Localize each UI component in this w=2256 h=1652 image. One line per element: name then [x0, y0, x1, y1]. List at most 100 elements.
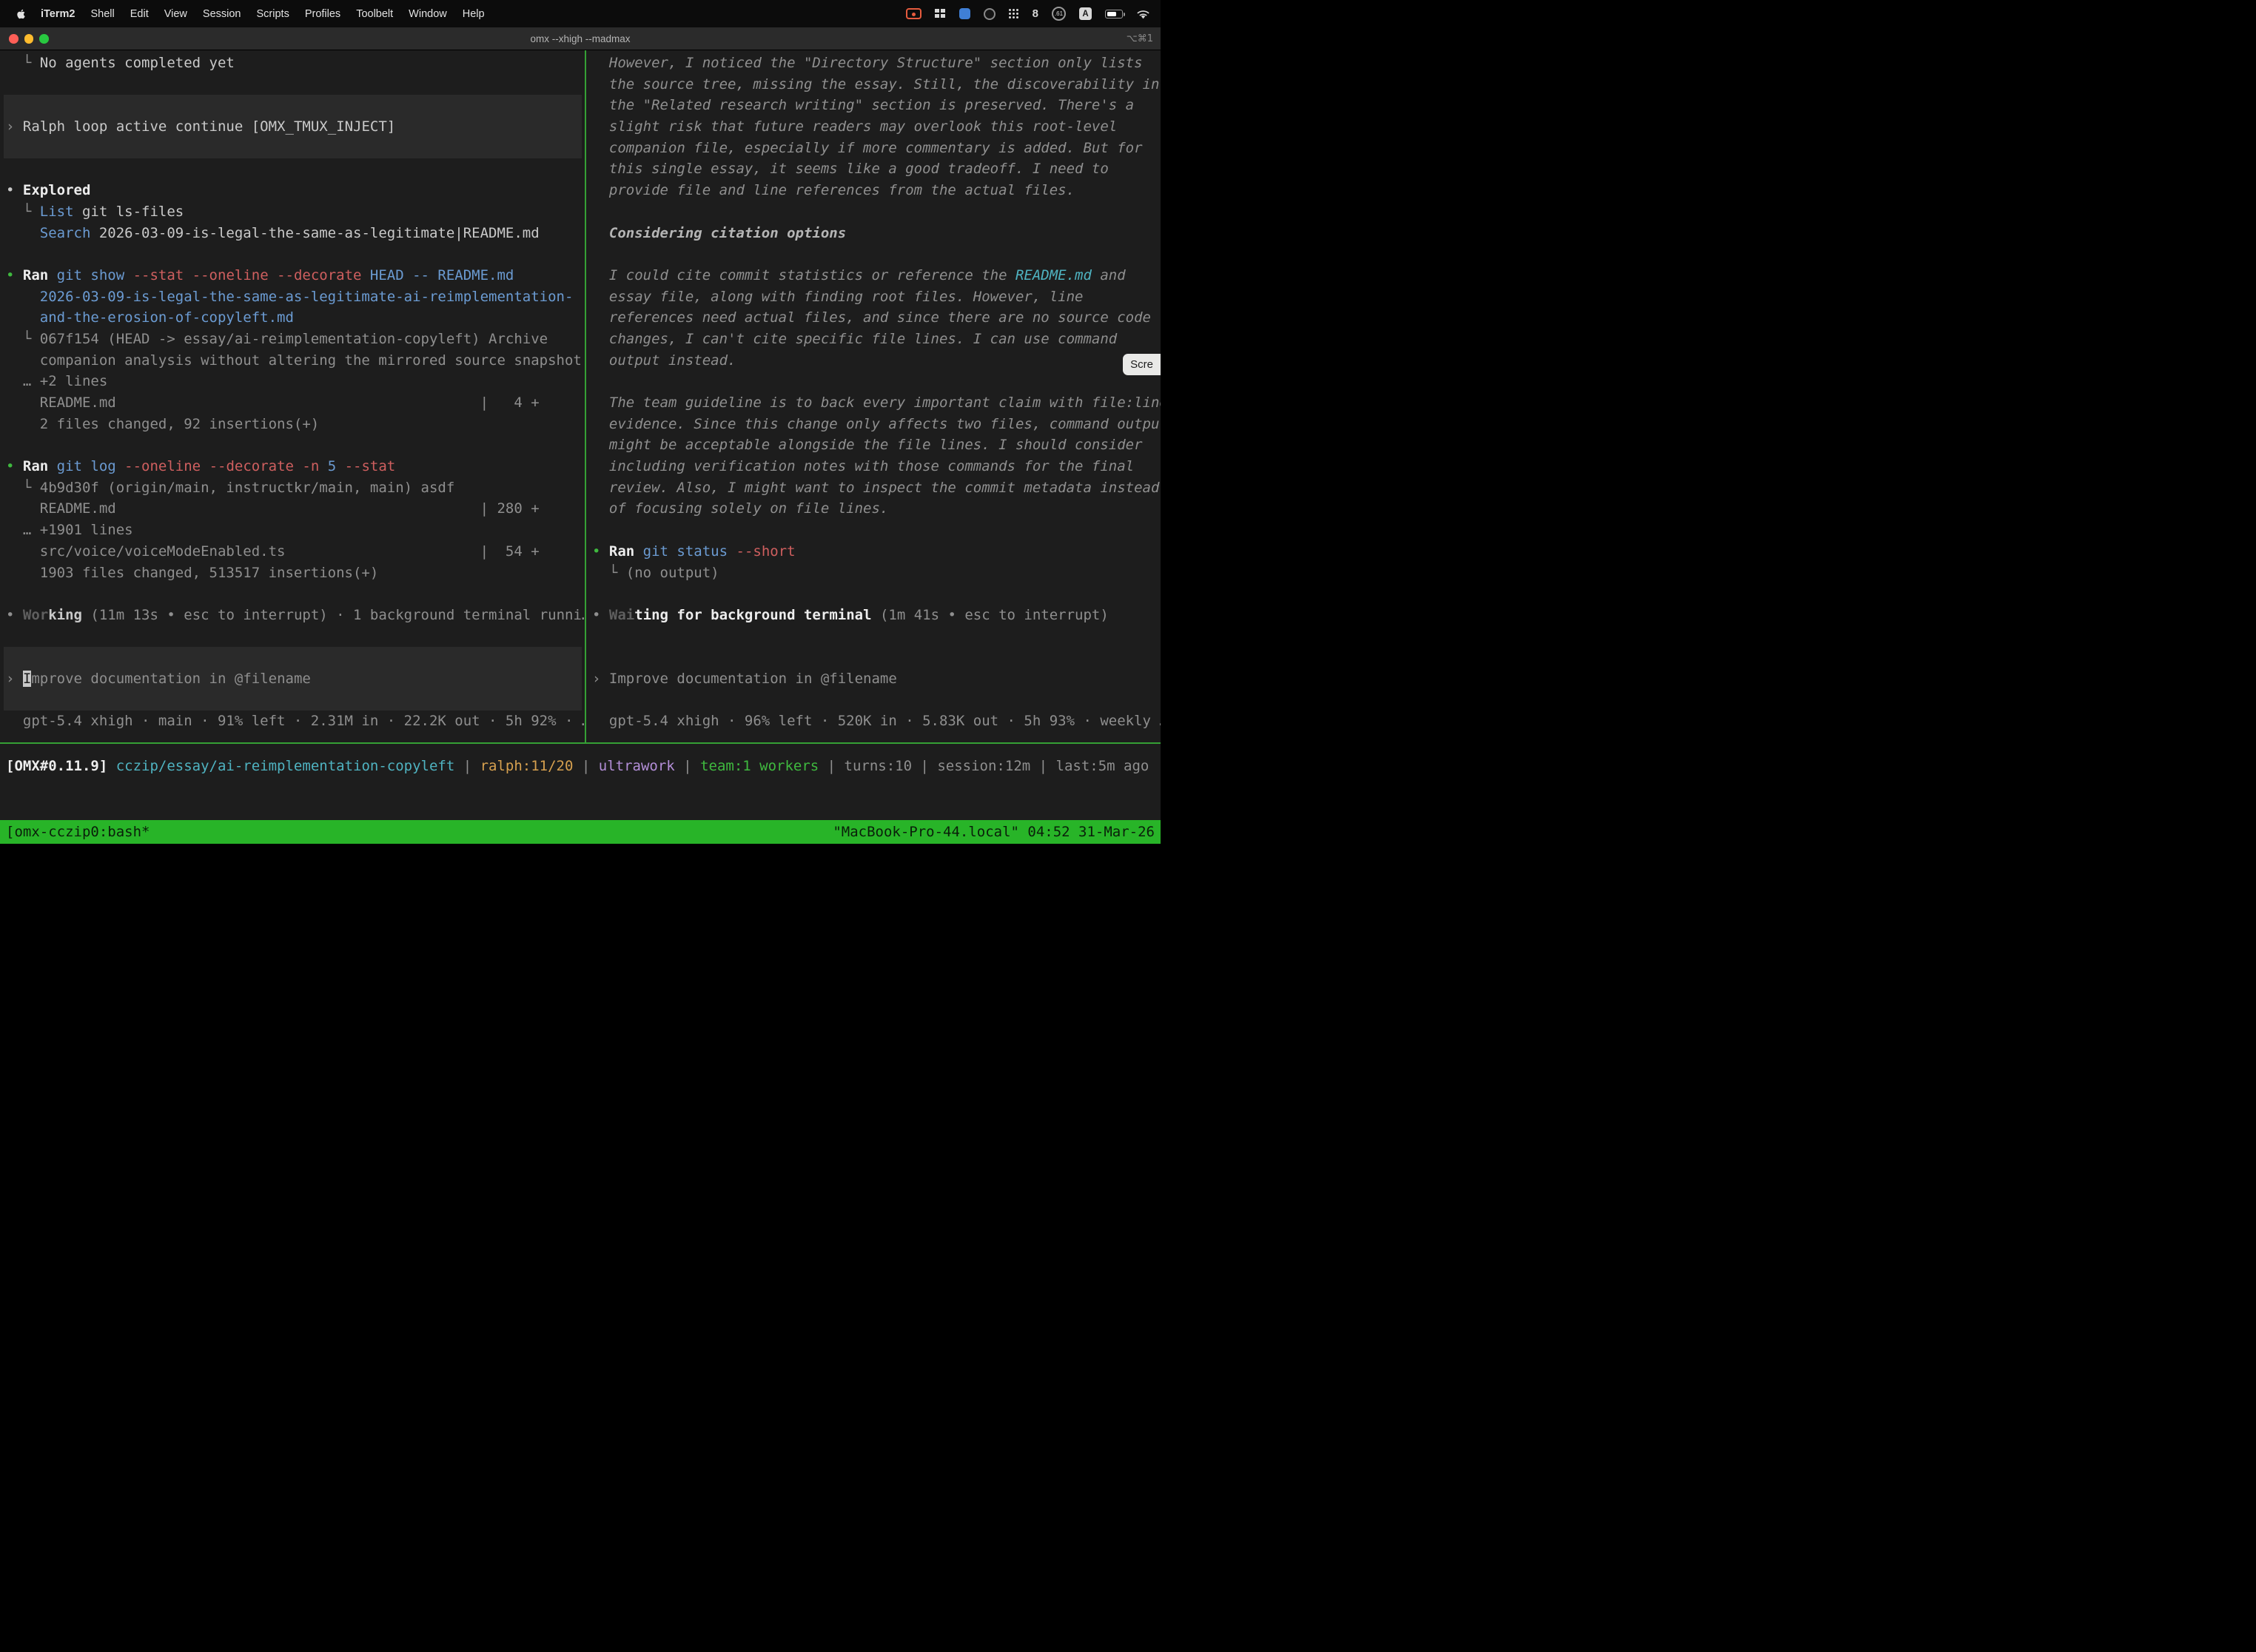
dots-grid-icon[interactable] [1009, 9, 1019, 19]
spacer [116, 394, 480, 411]
right-pane[interactable]: However, I noticed the "Directory Struct… [587, 50, 1161, 742]
text-segment: of focusing solely on file lines. [592, 500, 888, 517]
blue-app-icon[interactable] [959, 8, 970, 19]
minimize-button[interactable] [24, 34, 34, 44]
terminal-line: evidence. Since this change only affects… [587, 414, 1161, 435]
spacer [116, 500, 480, 517]
text-segment: Ran [609, 543, 634, 560]
text-segment: • [6, 458, 23, 474]
menu-item-session[interactable]: Session [203, 8, 241, 20]
command-input[interactable]: › Improve documentation in @filename [587, 668, 1161, 690]
menu-item-window[interactable]: Window [409, 8, 447, 20]
terminal-line [4, 138, 582, 159]
text-segment: └ [6, 204, 40, 220]
pane-divider-horizontal[interactable] [0, 742, 1161, 744]
dark-app-icon[interactable] [984, 8, 996, 20]
text-segment: including verification notes with those … [592, 458, 1134, 474]
terminal-line: src/voice/voiceModeEnabled.ts | 54 + [0, 541, 585, 563]
text-segment: review. Also, I might want to inspect th… [592, 480, 1159, 496]
tmux-session-label: [omx-cczip0:bash* [6, 820, 150, 844]
text-segment: gpt-5.4 xhigh · main · 91% left · 2.31M … [6, 713, 585, 729]
text-segment: src/voice/voiceModeEnabled.ts [6, 543, 286, 560]
waiting-status: • Waiting for background terminal (1m 41… [587, 605, 1161, 626]
text-segment: companion analysis without altering the … [6, 352, 582, 369]
menu-item-profiles[interactable]: Profiles [305, 8, 340, 20]
input-source-icon[interactable]: A [1079, 7, 1092, 20]
battery-icon[interactable] [1105, 10, 1123, 19]
terminal-line: 1903 files changed, 513517 insertions(+) [0, 563, 585, 584]
text-cursor: I [23, 671, 31, 687]
terminal-line: I could cite commit statistics or refere… [587, 265, 1161, 286]
close-button[interactable] [9, 34, 19, 44]
text-segment: --short [728, 543, 796, 560]
text-segment: › [6, 671, 23, 687]
text-segment: | [454, 758, 480, 774]
screen-recording-indicator-icon[interactable] [906, 8, 921, 19]
text-segment: changes, I can't cite specific file line… [592, 331, 1117, 347]
terminal-line: • Ran git log --oneline --decorate -n 5 … [0, 456, 585, 477]
text-segment: cczip/essay/ai-reimplementation-copyleft [116, 758, 455, 774]
screen-notification-tag[interactable]: Scre [1123, 354, 1161, 375]
text-segment: Explored [23, 182, 91, 198]
text-segment: git ls-files [74, 204, 184, 220]
text-segment: git show [48, 267, 124, 283]
terminal-line: └ 4b9d30f (origin/main, instructkr/main,… [0, 477, 585, 499]
text-segment: • [6, 182, 23, 198]
session-stats: gpt-5.4 xhigh · main · 91% left · 2.31M … [0, 711, 585, 732]
text-segment: might be acceptable alongside the file l… [592, 437, 1143, 453]
figure-eight-icon[interactable]: 8 [1033, 7, 1038, 20]
text-segment: | 280 + [480, 500, 540, 517]
text-segment: the "Related research writing" section i… [592, 97, 1134, 113]
menu-item-edit[interactable]: Edit [130, 8, 149, 20]
zoom-button[interactable] [39, 34, 49, 44]
terminal-line: this single essay, it seems like a good … [587, 158, 1161, 180]
text-segment: (1m 41s • esc to interrupt) [872, 607, 1109, 623]
text-segment: references need actual files, and since … [592, 309, 1151, 326]
menu-item-scripts[interactable]: Scripts [257, 8, 289, 20]
apple-menu-icon[interactable] [16, 8, 26, 20]
text-segment: 2026-03-09-is-legal-the-same-as-legitima… [90, 225, 539, 241]
terminal-line: might be acceptable alongside the file l… [587, 434, 1161, 456]
text-segment: this single essay, it seems like a good … [592, 161, 1109, 177]
terminal-line: 2 files changed, 92 insertions(+) [0, 414, 585, 435]
menu-items: iTerm2 Shell Edit View Session Scripts Profile… [41, 8, 485, 20]
text-segment: No agents completed yet [40, 55, 235, 71]
text-segment: [OMX#0.11.9] [6, 758, 116, 774]
left-pane[interactable]: └ No agents completed yet› Ralph loop ac… [0, 50, 585, 742]
text-segment: | [573, 758, 598, 774]
text-segment: and-the-erosion-of-copyleft.md [6, 309, 294, 326]
menu-item-view[interactable]: View [164, 8, 187, 20]
battery-gauge-icon[interactable]: .61 [1052, 7, 1066, 21]
text-segment: README.md [6, 500, 116, 517]
omx-status-line: [OMX#0.11.9] cczip/essay/ai-reimplementa… [0, 756, 1161, 777]
bento-grid-icon[interactable] [935, 9, 946, 19]
terminal-line [587, 201, 1161, 223]
text-segment: gpt-5.4 xhigh · 96% left · 520K in · 5.8… [592, 713, 1161, 729]
text-segment: and [1092, 267, 1126, 283]
terminal-line: the "Related research writing" section i… [587, 95, 1161, 116]
terminal-line [0, 74, 585, 95]
working-status: • Working (11m 13s • esc to interrupt) ·… [0, 605, 585, 626]
terminal-line [0, 158, 585, 180]
wifi-icon[interactable] [1136, 9, 1150, 19]
menu-item-toolbelt[interactable]: Toolbelt [356, 8, 393, 20]
tmux-status-bar: [omx-cczip0:bash* "MacBook-Pro-44.local"… [0, 820, 1161, 844]
text-segment: • [592, 607, 609, 623]
command-input[interactable]: › Improve documentation in @filename [4, 668, 582, 690]
terminal-line [587, 244, 1161, 265]
pane-divider-vertical[interactable] [585, 50, 586, 744]
text-segment: … +1901 lines [6, 522, 133, 538]
text-segment: ultrawork [599, 758, 675, 774]
text-segment: Ran [23, 267, 48, 283]
terminal-line: changes, I can't cite specific file line… [587, 329, 1161, 350]
menu-item-help[interactable]: Help [463, 8, 485, 20]
terminal-line: Search 2026-03-09-is-legal-the-same-as-l… [0, 223, 585, 244]
terminal-line: provide file and line references from th… [587, 180, 1161, 201]
terminal-line: • Explored [0, 180, 585, 201]
menu-item-shell[interactable]: Shell [90, 8, 114, 20]
terminal-line [587, 626, 1161, 648]
text-segment: evidence. Since this change only affects… [592, 416, 1161, 432]
text-segment: git status [634, 543, 728, 560]
terminal-line [587, 647, 1161, 668]
menu-item-iterm2[interactable]: iTerm2 [41, 8, 75, 20]
